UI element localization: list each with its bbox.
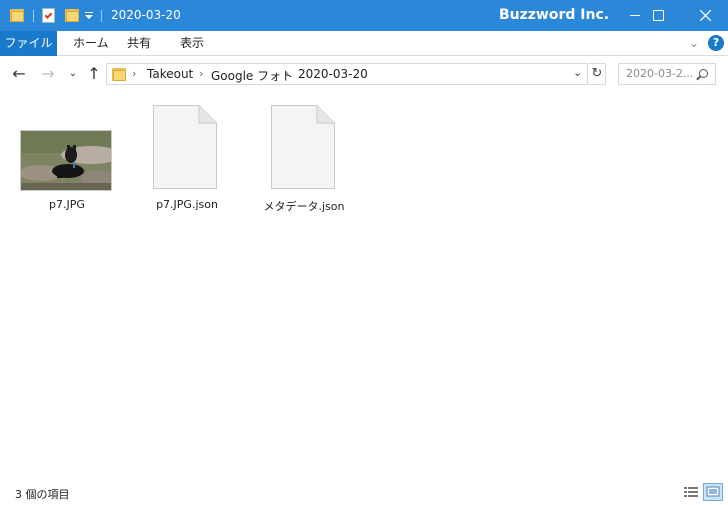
tab-home[interactable]: ホーム xyxy=(63,31,119,56)
search-icon xyxy=(699,69,708,78)
breadcrumb-separator-icon[interactable]: › xyxy=(132,67,136,80)
help-icon[interactable]: ? xyxy=(708,35,724,51)
navigation-bar: ← → ⌄ ↑ › Takeout › Google フォト › 2020-03… xyxy=(0,56,728,92)
file-name: メタデータ.json xyxy=(263,200,345,213)
tab-share[interactable]: 共有 xyxy=(117,31,161,56)
ribbon-tabs: ファイル ホーム 共有 表示 ⌄ ? xyxy=(0,31,728,56)
close-button[interactable] xyxy=(682,0,728,31)
up-arrow-icon[interactable]: ↑ xyxy=(84,64,104,84)
file-name: p7.JPG xyxy=(49,198,85,211)
tab-view[interactable]: 表示 xyxy=(170,31,214,56)
breadcrumb-takeout[interactable]: Takeout xyxy=(147,67,193,81)
folder-icon xyxy=(112,67,128,82)
toolbar-separator xyxy=(33,10,34,22)
folder-icon[interactable] xyxy=(10,8,26,23)
status-bar: 3 個の項目 xyxy=(0,479,728,505)
document-icon xyxy=(153,105,217,189)
details-view-icon[interactable] xyxy=(681,483,701,501)
document-icon xyxy=(271,105,335,189)
breadcrumb-date-folder[interactable]: 2020-03-20 xyxy=(298,67,368,81)
file-item-photo[interactable]: p7.JPG xyxy=(14,92,120,222)
expand-ribbon-chevron-icon[interactable]: ⌄ xyxy=(689,36,699,50)
recent-locations-chevron-icon[interactable]: ⌄ xyxy=(63,64,83,84)
file-item-json[interactable]: メタデータ.json xyxy=(254,92,354,222)
search-placeholder: 2020-03-2... xyxy=(626,67,694,80)
file-item-json[interactable]: p7.JPG.json xyxy=(137,92,237,222)
close-icon xyxy=(699,10,711,21)
tab-file[interactable]: ファイル xyxy=(0,31,57,56)
toolbar-separator xyxy=(101,10,102,22)
item-count: 3 個の項目 xyxy=(15,488,70,501)
refresh-icon[interactable]: ↻ xyxy=(589,63,606,85)
address-dropdown-icon[interactable]: ⌄ xyxy=(573,66,582,79)
breadcrumb-separator-icon[interactable]: › xyxy=(199,67,203,80)
window-brand: Buzzword Inc. xyxy=(499,7,610,23)
new-folder-icon[interactable] xyxy=(65,8,81,23)
back-arrow-icon[interactable]: ← xyxy=(9,64,29,84)
properties-icon[interactable] xyxy=(42,8,55,23)
quick-access-dropdown-icon[interactable] xyxy=(85,12,95,20)
breadcrumb-google-photos[interactable]: Google フォト xyxy=(211,67,293,84)
photo-thumbnail xyxy=(20,130,112,191)
file-list-area[interactable]: p7.JPG p7.JPG.json メタデータ.json xyxy=(0,92,728,479)
address-bar[interactable]: › Takeout › Google フォト › 2020-03-20 ⌄ xyxy=(106,63,588,85)
large-icons-view-icon[interactable] xyxy=(703,483,723,501)
title-bar: 2020-03-20 Buzzword Inc. xyxy=(0,0,728,31)
forward-arrow-icon[interactable]: → xyxy=(38,64,58,84)
search-input[interactable]: 2020-03-2... xyxy=(618,63,716,85)
maximize-button[interactable] xyxy=(635,0,681,31)
file-name: p7.JPG.json xyxy=(156,198,218,211)
breadcrumb-separator-icon[interactable]: › xyxy=(285,67,289,80)
window-title: 2020-03-20 xyxy=(111,8,181,22)
